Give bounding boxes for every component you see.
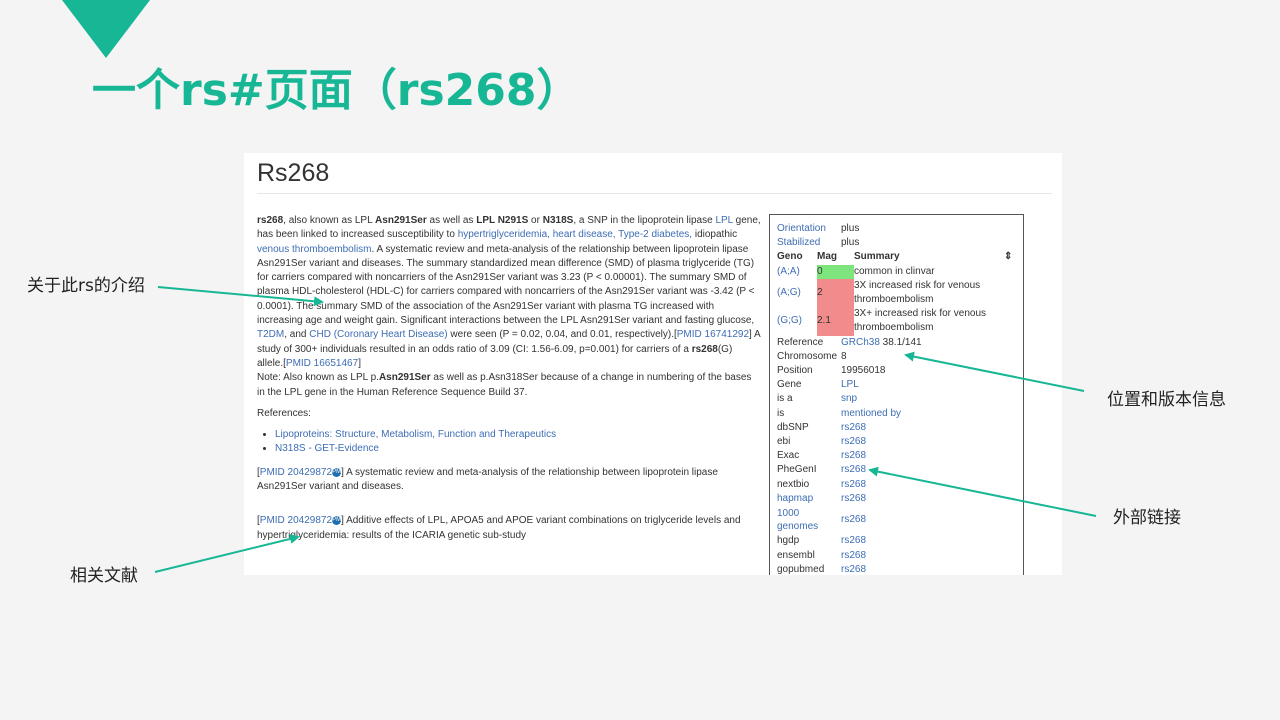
arrow-position-version: [904, 351, 1085, 392]
arrow-external-links: [868, 466, 1097, 517]
arrow-intro: [157, 286, 324, 307]
annotation-arrows: [154, 286, 1097, 573]
arrow-references: [154, 534, 300, 573]
